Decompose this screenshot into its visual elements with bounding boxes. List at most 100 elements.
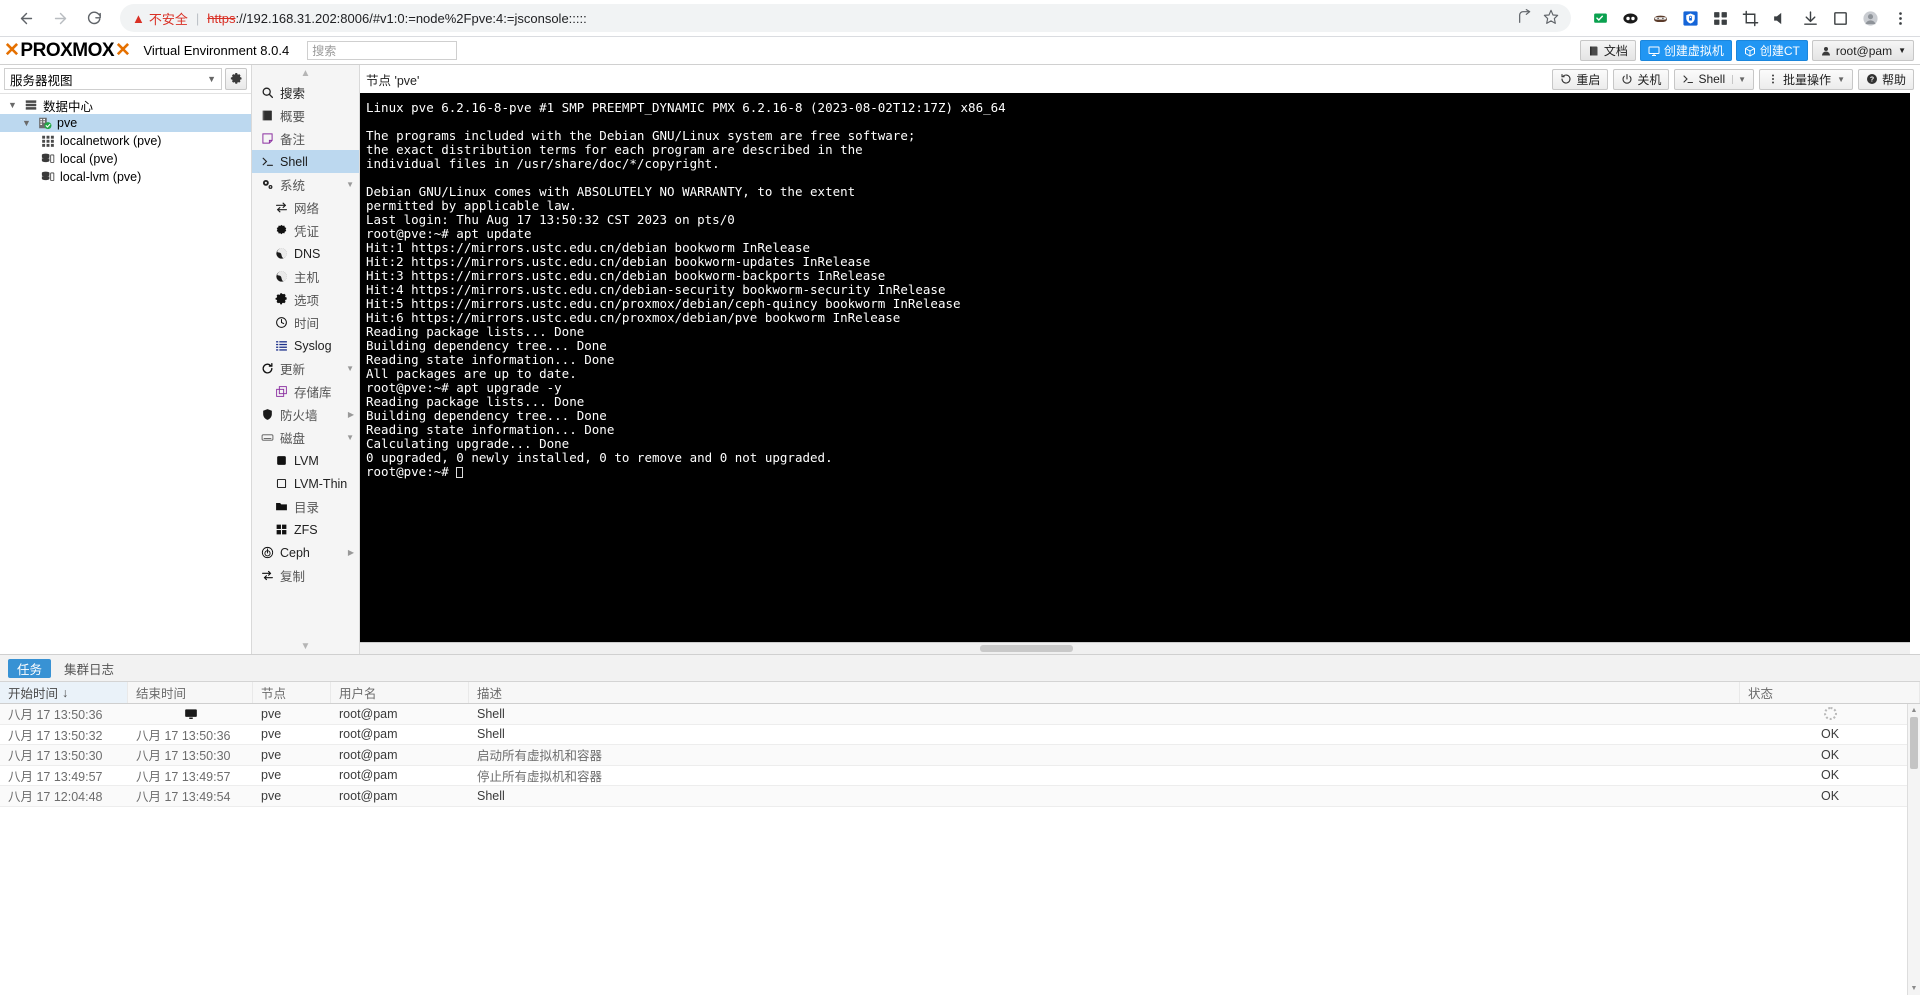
nav-item-directory[interactable]: 目录 xyxy=(252,495,359,518)
star-icon[interactable] xyxy=(1543,9,1559,28)
nav-item-options[interactable]: 选项 xyxy=(252,288,359,311)
nav-item-time[interactable]: 时间 xyxy=(252,311,359,334)
nav-item-certificates[interactable]: 凭证 xyxy=(252,219,359,242)
globe-icon xyxy=(274,247,288,261)
tree-item-local[interactable]: local (pve) xyxy=(0,150,251,168)
table-row[interactable]: 八月 17 12:04:48 八月 17 13:49:54 pve root@p… xyxy=(0,786,1920,807)
scroll-up-icon[interactable]: ▲ xyxy=(1908,704,1920,717)
scrollbar-thumb[interactable] xyxy=(1910,717,1918,769)
note-icon xyxy=(260,132,274,146)
three-dot-menu-icon[interactable] xyxy=(1891,9,1910,28)
nav-item-repositories[interactable]: 存储库 xyxy=(252,380,359,403)
sidebar-panel-icon[interactable] xyxy=(1831,9,1850,28)
table-row[interactable]: 八月 17 13:50:32 八月 17 13:50:36 pve root@p… xyxy=(0,725,1920,745)
table-row[interactable]: 八月 17 13:49:57 八月 17 13:49:57 pve root@p… xyxy=(0,766,1920,786)
nav-item-label: 凭证 xyxy=(294,225,320,239)
nav-scroll-down-icon[interactable]: ▼ xyxy=(252,638,359,654)
nav-item-label: 防火墙 xyxy=(280,409,318,423)
shell-terminal[interactable]: Linux pve 6.2.16-8-pve #1 SMP PREEMPT_DY… xyxy=(360,93,1910,642)
expand-chevron-icon[interactable]: ▼ xyxy=(20,118,33,128)
tree-item-label: 数据中心 xyxy=(43,99,94,114)
shutdown-button[interactable]: 关机 xyxy=(1613,68,1670,90)
not-secure-indicator[interactable]: ▲ 不安全 xyxy=(132,9,188,28)
chevron-down-icon[interactable]: ▼ xyxy=(1732,74,1746,84)
nav-item-hosts[interactable]: 主机 xyxy=(252,265,359,288)
nav-item-search[interactable]: 搜索 xyxy=(252,81,359,104)
crop-icon[interactable] xyxy=(1741,9,1760,28)
nav-item-updates[interactable]: 更新 ▼ xyxy=(252,357,359,380)
column-header-status[interactable]: 状态 xyxy=(1740,682,1920,703)
nav-item-firewall[interactable]: 防火墙 ▶ xyxy=(252,403,359,426)
table-body-wrapper: 八月 17 13:50:36 pve root@pam Shell 八月 17 … xyxy=(0,704,1920,995)
product-name: Virtual Environment 8.0.4 xyxy=(143,43,290,58)
cell-description: Shell xyxy=(477,706,505,721)
reload-icon[interactable] xyxy=(78,2,110,34)
grid-apps-icon[interactable] xyxy=(1711,9,1730,28)
nav-item-notes[interactable]: 备注 xyxy=(252,127,359,150)
tree-item-localnetwork[interactable]: localnetwork (pve) xyxy=(0,132,251,150)
proxmox-logo[interactable]: ✕ PROXMOX ✕ xyxy=(4,39,131,62)
search-input[interactable]: 搜索 xyxy=(307,41,458,60)
tree-settings-button[interactable] xyxy=(225,68,247,90)
server-tree[interactable]: ▼ 数据中心 ▼ pve localnetwork (pve) local (p… xyxy=(0,93,251,654)
column-header-username[interactable]: 用户名 xyxy=(331,682,469,703)
table-row[interactable]: 八月 17 13:50:36 pve root@pam Shell xyxy=(0,704,1920,725)
node-nav-list[interactable]: 搜索 概要 备注 Shell 系统 ▼ 网络 凭证 DNS 主机 选项 时间 S… xyxy=(252,81,359,638)
column-header-description[interactable]: 描述 xyxy=(469,682,1740,703)
nav-item-syslog[interactable]: Syslog xyxy=(252,334,359,357)
create-ct-button[interactable]: 创建CT xyxy=(1735,40,1808,61)
nav-item-ceph[interactable]: Ceph ▶ xyxy=(252,541,359,564)
table-body[interactable]: 八月 17 13:50:36 pve root@pam Shell 八月 17 … xyxy=(0,704,1920,807)
shield-lock-icon[interactable] xyxy=(1681,9,1700,28)
restart-icon xyxy=(1561,73,1571,84)
nav-item-summary[interactable]: 概要 xyxy=(252,104,359,127)
view-selector[interactable]: 服务器视图 ▼ xyxy=(4,68,222,90)
green-flag-icon[interactable] xyxy=(1591,9,1610,28)
nav-scroll-up-icon[interactable]: ▲ xyxy=(252,65,359,81)
tree-item-local-lvm[interactable]: local-lvm (pve) xyxy=(0,168,251,186)
user-menu-button[interactable]: root@pam ▼ xyxy=(1811,40,1914,61)
column-header-end-time[interactable]: 结束时间 xyxy=(128,682,253,703)
shell-button[interactable]: Shell ▼ xyxy=(1674,68,1755,90)
cell-start-time: 八月 17 13:50:32 xyxy=(8,728,103,743)
share-icon[interactable] xyxy=(1517,8,1533,28)
bottom-panel: 任务 集群日志 开始时间 ↓ 结束时间 节点 用户名 描述 状态 八月 17 13… xyxy=(0,655,1920,995)
container-box-icon xyxy=(1744,45,1755,56)
tree-item-pve[interactable]: ▼ pve xyxy=(0,114,251,132)
nav-item-label: 搜索 xyxy=(280,87,306,101)
nav-item-dns[interactable]: DNS xyxy=(252,242,359,265)
column-header-node[interactable]: 节点 xyxy=(253,682,331,703)
column-header-start-time[interactable]: 开始时间 ↓ xyxy=(0,682,128,703)
expand-chevron-icon[interactable]: ▼ xyxy=(6,100,19,110)
back-arrow-icon[interactable] xyxy=(10,2,42,34)
nav-item-disks[interactable]: 磁盘 ▼ xyxy=(252,426,359,449)
avatar-icon[interactable] xyxy=(1861,9,1880,28)
table-scrollbar[interactable]: ▲ ▼ xyxy=(1907,704,1920,995)
nav-item-zfs[interactable]: ZFS xyxy=(252,518,359,541)
restart-button[interactable]: 重启 xyxy=(1552,68,1609,90)
docs-button[interactable]: 文档 xyxy=(1579,40,1636,61)
scrollbar-thumb[interactable] xyxy=(980,645,1073,652)
address-bar[interactable]: ▲ 不安全 | https://192.168.31.202:8006/#v1:… xyxy=(120,4,1571,32)
tree-item-datacenter[interactable]: ▼ 数据中心 xyxy=(0,96,251,114)
terminal-scrollbar[interactable] xyxy=(360,642,1910,654)
create-ct-label: 创建CT xyxy=(1759,44,1800,58)
nav-item-system[interactable]: 系统 ▼ xyxy=(252,173,359,196)
mask-icon[interactable] xyxy=(1651,9,1670,28)
tab-cluster-log[interactable]: 集群日志 xyxy=(55,659,123,678)
nav-item-lvm[interactable]: LVM xyxy=(252,449,359,472)
create-vm-button[interactable]: 创建虚拟机 xyxy=(1639,40,1732,61)
nav-item-replication[interactable]: 复制 xyxy=(252,564,359,587)
nav-item-shell[interactable]: Shell xyxy=(252,150,359,173)
nav-item-network[interactable]: 网络 xyxy=(252,196,359,219)
bulk-actions-button[interactable]: 批量操作 ▼ xyxy=(1759,68,1853,90)
help-button[interactable]: ? 帮助 xyxy=(1857,68,1914,90)
nav-item-lvm-thin[interactable]: LVM-Thin xyxy=(252,472,359,495)
forward-arrow-icon[interactable] xyxy=(44,2,76,34)
scroll-down-icon[interactable]: ▼ xyxy=(1908,982,1920,995)
speaker-icon[interactable] xyxy=(1771,9,1790,28)
table-row[interactable]: 八月 17 13:50:30 八月 17 13:50:30 pve root@p… xyxy=(0,745,1920,766)
download-icon[interactable] xyxy=(1801,9,1820,28)
tab-tasks[interactable]: 任务 xyxy=(8,658,52,678)
eyes-icon[interactable] xyxy=(1621,9,1640,28)
